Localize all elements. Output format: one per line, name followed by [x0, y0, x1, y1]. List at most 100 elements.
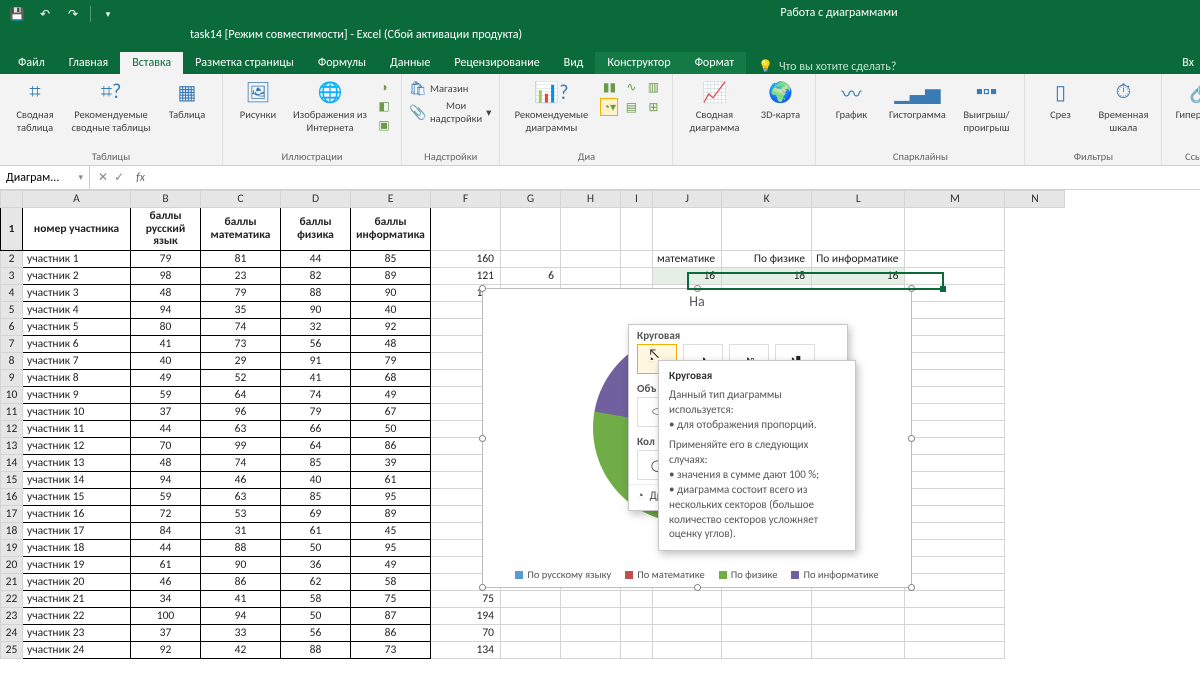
row-header-12[interactable]: 12 — [1, 420, 23, 437]
row-header-14[interactable]: 14 — [1, 454, 23, 471]
row-header-7[interactable]: 7 — [1, 335, 23, 352]
resize-handle[interactable] — [908, 584, 915, 591]
row-header-23[interactable]: 23 — [1, 607, 23, 624]
row-header-11[interactable]: 11 — [1, 403, 23, 420]
recommended-pivot-button[interactable]: ⌗?Рекомендуемые сводные таблицы — [68, 78, 154, 134]
col-header-F[interactable]: F — [431, 191, 501, 208]
redo-button[interactable]: ↷ — [62, 3, 84, 25]
row-header-10[interactable]: 10 — [1, 386, 23, 403]
legend-swatch-icon — [515, 571, 523, 579]
tab-file[interactable]: Файл — [6, 52, 57, 74]
cancel-icon[interactable]: ✕ — [98, 170, 108, 185]
sparkline-winloss-button[interactable]: ▪▫▪Выигрыш/проигрыш — [956, 78, 1016, 134]
resize-handle[interactable] — [479, 584, 486, 591]
col-header-C[interactable]: C — [201, 191, 281, 208]
resize-handle[interactable] — [694, 584, 701, 591]
tab-review[interactable]: Рецензирование — [442, 52, 551, 74]
pivottable-button[interactable]: ⌗Сводная таблица — [8, 78, 62, 134]
stat-chart-icon[interactable]: ⊞ — [644, 98, 662, 116]
col-header-L[interactable]: L — [812, 191, 905, 208]
tab-chart-format[interactable]: Формат — [683, 52, 746, 74]
col-header-G[interactable]: G — [501, 191, 561, 208]
row-header-15[interactable]: 15 — [1, 471, 23, 488]
col-header-A[interactable]: A — [23, 191, 131, 208]
pie-chart-button[interactable]: ◔▾ — [600, 98, 618, 116]
resize-handle[interactable] — [694, 285, 701, 292]
row-header-20[interactable]: 20 — [1, 556, 23, 573]
col-header-E[interactable]: E — [351, 191, 431, 208]
save-button[interactable]: 💾 — [6, 3, 28, 25]
tab-insert[interactable]: Вставка — [120, 52, 183, 74]
qat-customize[interactable]: ▾ — [97, 3, 119, 25]
chart-title[interactable]: На — [483, 289, 911, 314]
chart-legend[interactable]: По русскому языку По математике По физик… — [483, 568, 911, 581]
my-addins-button[interactable]: 📎Мои надстройки ▾ — [410, 102, 491, 122]
group-filters-label: Фильтры — [1074, 148, 1113, 163]
table-button[interactable]: ▦Таблица — [160, 78, 214, 121]
tab-home[interactable]: Главная — [57, 52, 120, 74]
online-pictures-button[interactable]: 🌐Изображения из Интернета — [291, 78, 369, 134]
row-header-18[interactable]: 18 — [1, 522, 23, 539]
row-header-17[interactable]: 17 — [1, 505, 23, 522]
tab-data[interactable]: Данные — [378, 52, 442, 74]
row-header-22[interactable]: 22 — [1, 590, 23, 607]
row-header-13[interactable]: 13 — [1, 437, 23, 454]
screenshot-icon[interactable]: ▣ — [375, 116, 393, 134]
pictures-button[interactable]: 🖼Рисунки — [231, 78, 285, 121]
3dmap-icon: 🌍 — [764, 78, 796, 106]
undo-button[interactable]: ↶ — [34, 3, 56, 25]
resize-handle[interactable] — [479, 435, 486, 442]
enter-icon[interactable]: ✓ — [114, 170, 124, 185]
col-header-I[interactable]: I — [621, 191, 653, 208]
slicer-button[interactable]: ▯Срез — [1033, 78, 1087, 121]
row-header-3[interactable]: 3 — [1, 267, 23, 284]
row-header-2[interactable]: 2 — [1, 250, 23, 267]
tab-chart-design[interactable]: Конструктор — [595, 52, 682, 74]
3dmap-button[interactable]: 🌍3D-карта — [753, 78, 807, 121]
col-header-M[interactable]: M — [905, 191, 1005, 208]
col-header-N[interactable]: N — [1005, 191, 1065, 208]
store-button[interactable]: 🛍Магазин — [410, 78, 491, 98]
row-header-19[interactable]: 19 — [1, 539, 23, 556]
name-box[interactable]: ▾ — [0, 166, 90, 189]
row-header-24[interactable]: 24 — [1, 624, 23, 641]
row-header-4[interactable]: 4 — [1, 284, 23, 301]
hyperlink-button[interactable]: 🔗Гиперссылк — [1170, 78, 1200, 121]
chevron-down-icon[interactable]: ▾ — [78, 172, 83, 183]
fx-icon[interactable]: fx — [132, 171, 149, 185]
name-box-input[interactable] — [6, 171, 66, 185]
row-header-5[interactable]: 5 — [1, 301, 23, 318]
col-header-B[interactable]: B — [131, 191, 201, 208]
pivotchart-button[interactable]: 📈Сводная диаграмма — [681, 78, 747, 134]
tab-signin[interactable]: Вх — [1170, 52, 1194, 74]
timeline-button[interactable]: ⏱Временная шкала — [1093, 78, 1153, 134]
row-header-25[interactable]: 25 — [1, 641, 23, 658]
hier-chart-icon[interactable]: ▥ — [644, 78, 662, 96]
sparkline-line-button[interactable]: 〰График — [824, 78, 878, 121]
tab-formulas[interactable]: Формулы — [306, 52, 378, 74]
resize-handle[interactable] — [479, 285, 486, 292]
col-header-J[interactable]: J — [653, 191, 722, 208]
row-header-8[interactable]: 8 — [1, 352, 23, 369]
row-header-6[interactable]: 6 — [1, 318, 23, 335]
column-chart-icon[interactable]: ▮▮ — [600, 78, 618, 96]
resize-handle[interactable] — [908, 435, 915, 442]
row-header-16[interactable]: 16 — [1, 488, 23, 505]
row-header-21[interactable]: 21 — [1, 573, 23, 590]
resize-handle[interactable] — [908, 285, 915, 292]
shapes-icon[interactable]: ◑ — [375, 78, 393, 96]
tab-view[interactable]: Вид — [552, 52, 596, 74]
row-header-1[interactable]: 1 — [1, 208, 23, 251]
select-all-corner[interactable] — [1, 191, 23, 208]
row-header-9[interactable]: 9 — [1, 369, 23, 386]
tab-page-layout[interactable]: Разметка страницы — [183, 52, 306, 74]
line-chart-icon[interactable]: ∿ — [622, 78, 640, 96]
sparkline-column-button[interactable]: ▁▃▅Гистограмма — [884, 78, 950, 121]
col-header-K[interactable]: K — [722, 191, 812, 208]
smartart-icon[interactable]: ◧ — [375, 97, 393, 115]
tell-me[interactable]: 💡Что вы хотите сделать? — [758, 59, 896, 74]
bar-chart-icon[interactable]: ▤ — [622, 98, 640, 116]
col-header-D[interactable]: D — [281, 191, 351, 208]
recommended-charts-button[interactable]: 📊?Рекомендуемые диаграммы — [508, 78, 594, 134]
col-header-H[interactable]: H — [561, 191, 621, 208]
